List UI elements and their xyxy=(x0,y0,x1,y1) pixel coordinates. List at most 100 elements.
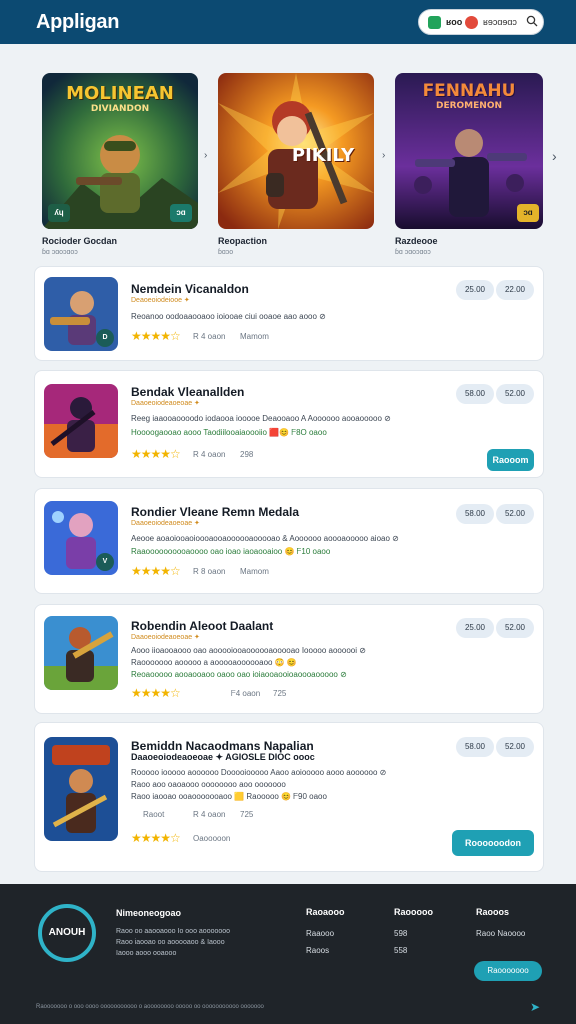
game-meta-1: R 4 oaon xyxy=(193,332,226,341)
featured-title-3[interactable]: Razdeooe xyxy=(395,236,438,246)
footer-logo[interactable]: ANOUH xyxy=(38,904,96,962)
game-description: Reeg iaaooaoooodo iodaooa iooooe Deaooao… xyxy=(131,414,391,423)
featured-art-sub-3: DEROMENON xyxy=(435,101,503,111)
brand-logo[interactable]: Appligan xyxy=(36,11,119,34)
game-thumbnail[interactable] xyxy=(44,737,118,841)
rating-stars: ★★★★☆ xyxy=(131,447,181,461)
site-footer: ANOUH Nimeoneogoao Raoo oo aaooaooo Io o… xyxy=(0,884,576,1024)
game-description-2: Raaoooooooooaoooo oao ioao iaoaooaioo 😊 … xyxy=(131,547,331,556)
price-chip[interactable]: 25.00 xyxy=(456,618,494,638)
rating-stars: ★★★★☆ xyxy=(131,831,181,845)
game-title[interactable]: Bendak Vleanallden xyxy=(131,385,244,399)
game-thumbnail[interactable]: V xyxy=(44,501,118,575)
price-chip[interactable]: 52.00 xyxy=(496,504,534,524)
game-description-3: Reoaooooo aooaooaoo oaoo oao ioiaooaooio… xyxy=(131,670,347,679)
game-card[interactable]: Robendin Aleoot Daalant Daaoeoiodeaoeoae… xyxy=(34,604,544,714)
game-subtitle: Daaoeoiodeaoeoae ✦ xyxy=(131,400,200,407)
featured-art-sub-1: DIVIANDON xyxy=(90,104,150,114)
footer-cta-button[interactable]: Raooooooo xyxy=(474,961,542,981)
footer-desc-2: Raoo iaooao oo aooooaoo & Iaooo xyxy=(116,939,225,946)
featured-badge-1: ʎɥ xyxy=(48,204,70,222)
footer-desc-1: Raoo oo aaooaooo Io ooo aooooooo xyxy=(116,928,231,935)
game-meta-2: 725 xyxy=(240,810,254,819)
game-subtitle: Daaoeoiodeaoeoae ✦ AGIOSLE DIOC oooc xyxy=(131,752,315,762)
featured-corner-icon-1: ɔɑ xyxy=(170,204,192,222)
footer-desc-3: Iaooo aooo ooaooo xyxy=(116,950,177,957)
game-thumbnail[interactable]: D xyxy=(44,277,118,351)
game-meta-1: ᖴ4 oaon xyxy=(231,689,261,698)
platform-icon: D xyxy=(96,329,114,347)
footer-col3-heading: Raooos xyxy=(476,907,510,917)
price-chip[interactable]: 58.00 xyxy=(456,384,494,404)
game-subtitle: Deaoeoiodeiooe ✦ xyxy=(131,297,190,304)
notification-icon xyxy=(465,16,478,29)
carousel-next-icon[interactable]: › xyxy=(552,148,557,164)
game-card[interactable]: Bendak Vleanallden Daaoeoiodeaoeoae ✦ Re… xyxy=(34,370,544,478)
price-chip[interactable]: 25.00 xyxy=(456,280,494,300)
game-description-2: Hoooogaooao aooo Taodiilooaiaoooiio 🟥😊 ᖴ… xyxy=(131,428,327,437)
game-title[interactable]: Nemdein Vicanaldon xyxy=(131,282,249,296)
featured-game-1[interactable]: MOLINEAN DIVIANDON ʎɥ ɔɑ xyxy=(42,73,198,229)
header-status-pill[interactable]: ʁoo ʁɘɔɑɘɑɔ xyxy=(418,9,544,35)
game-thumbnail[interactable] xyxy=(44,384,118,458)
card-action-button[interactable]: Raooom xyxy=(487,449,534,471)
game-meta-2: 725 xyxy=(273,689,287,698)
game-title[interactable]: Robendin Aleoot Daalant xyxy=(131,619,273,633)
game-subtitle: Daaoeoiodeaoeoae ✦ xyxy=(131,520,200,527)
rating-stars: ★★★★☆ xyxy=(131,564,181,578)
featured-sub-3: ɓɑ ɔɑoɔɑoɔ xyxy=(395,249,431,256)
send-icon[interactable]: ➤ xyxy=(530,1000,540,1014)
footer-link[interactable]: 598 xyxy=(394,929,407,938)
game-card[interactable]: Bemiddn Nacaodmans Napalian Daaoeoiodeao… xyxy=(34,722,544,872)
featured-art-title-1: MOLINEAN xyxy=(66,83,174,104)
game-meta-1b: R 4 oaon xyxy=(193,810,226,819)
featured-title-1[interactable]: Rocioder Gocdan xyxy=(42,236,117,246)
game-description-3: Raoo iaooao ooaooooooaoo 🟨 Raooooo 😊 ᖴ90… xyxy=(131,792,327,801)
game-meta-1: R 4 oaon xyxy=(193,450,226,459)
price-chip[interactable]: 58.00 xyxy=(456,737,494,757)
price-chip[interactable]: 52.00 xyxy=(496,737,534,757)
game-title[interactable]: Bemiddn Nacaodmans Napalian xyxy=(131,739,314,753)
game-title[interactable]: Rondier Vleane Remn Medala xyxy=(131,505,299,519)
card-action-button[interactable]: Roooooodon xyxy=(452,830,534,856)
game-card[interactable]: V Rondier Vleane Remn Medala Daaoeoiodea… xyxy=(34,488,544,594)
search-icon[interactable] xyxy=(526,15,538,27)
featured-badge-3: ɔɑ xyxy=(517,204,539,222)
footer-link[interactable]: Raoo Naoooo xyxy=(476,929,525,938)
pill-label-1: ʁoo xyxy=(446,17,463,27)
featured-game-3[interactable]: FENNAHU DEROMENON ɔɑ xyxy=(395,73,543,229)
price-chip[interactable]: 58.00 xyxy=(456,504,494,524)
footer-link[interactable]: Raaooo xyxy=(306,929,334,938)
game-meta-2: Mamom xyxy=(240,567,269,576)
game-meta-1: Raoot xyxy=(143,810,165,819)
footer-link[interactable]: 558 xyxy=(394,946,407,955)
game-meta-1: R 8 oaon xyxy=(193,567,226,576)
chevron-right-icon[interactable]: › xyxy=(382,150,385,161)
footer-col1-heading: Raoaooo xyxy=(306,907,345,917)
footer-link[interactable]: Raoos xyxy=(306,946,329,955)
game-card[interactable]: D Nemdein Vicanaldon Deaoeoiodeiooe ✦ Re… xyxy=(34,266,544,361)
price-chip[interactable]: 52.00 xyxy=(496,384,534,404)
game-description: Reoanoo oodoaaooaoo ioiooae ciui ooaoe a… xyxy=(131,312,326,321)
app-header: Appligan ʁoo ʁɘɔɑɘɑɔ xyxy=(0,0,576,44)
price-chip[interactable]: 22.00 xyxy=(496,280,534,300)
game-description-2: Raooooooo aooooo a aooooaoooooaoo 😳 😊 xyxy=(131,658,297,667)
rating-stars: ★★★★☆ xyxy=(131,329,181,343)
featured-art-title-3: FENNAHU xyxy=(422,81,516,101)
recycle-icon xyxy=(428,16,441,29)
rating-stars: ★★★★☆ xyxy=(131,686,181,700)
featured-art-title-2: PIKILY xyxy=(291,145,355,166)
game-description-2: Raoo aoo oaoaooo oooooooo aoo ooooooo xyxy=(131,780,286,789)
game-meta-2b: Oaooooon xyxy=(193,834,231,843)
footer-brand: Nimeoneogoao xyxy=(116,908,182,918)
game-subtitle: Daaoeoiodeaoeoae ✦ xyxy=(131,634,200,641)
featured-game-2[interactable]: PIKILY xyxy=(218,73,374,229)
featured-sub-2: ɓɑɔo xyxy=(218,249,234,256)
featured-title-2[interactable]: Reopaction xyxy=(218,236,267,246)
footer-col2-heading: Raooooo xyxy=(394,907,433,917)
price-chip[interactable]: 52.00 xyxy=(496,618,534,638)
footer-copyright: Raooooooo o ooo oooo ooooooooooo o aoooo… xyxy=(36,1004,264,1010)
chevron-right-icon[interactable]: › xyxy=(204,150,207,161)
game-thumbnail[interactable] xyxy=(44,616,118,690)
pill-label-2: ʁɘɔɑɘɑɔ xyxy=(483,17,517,27)
